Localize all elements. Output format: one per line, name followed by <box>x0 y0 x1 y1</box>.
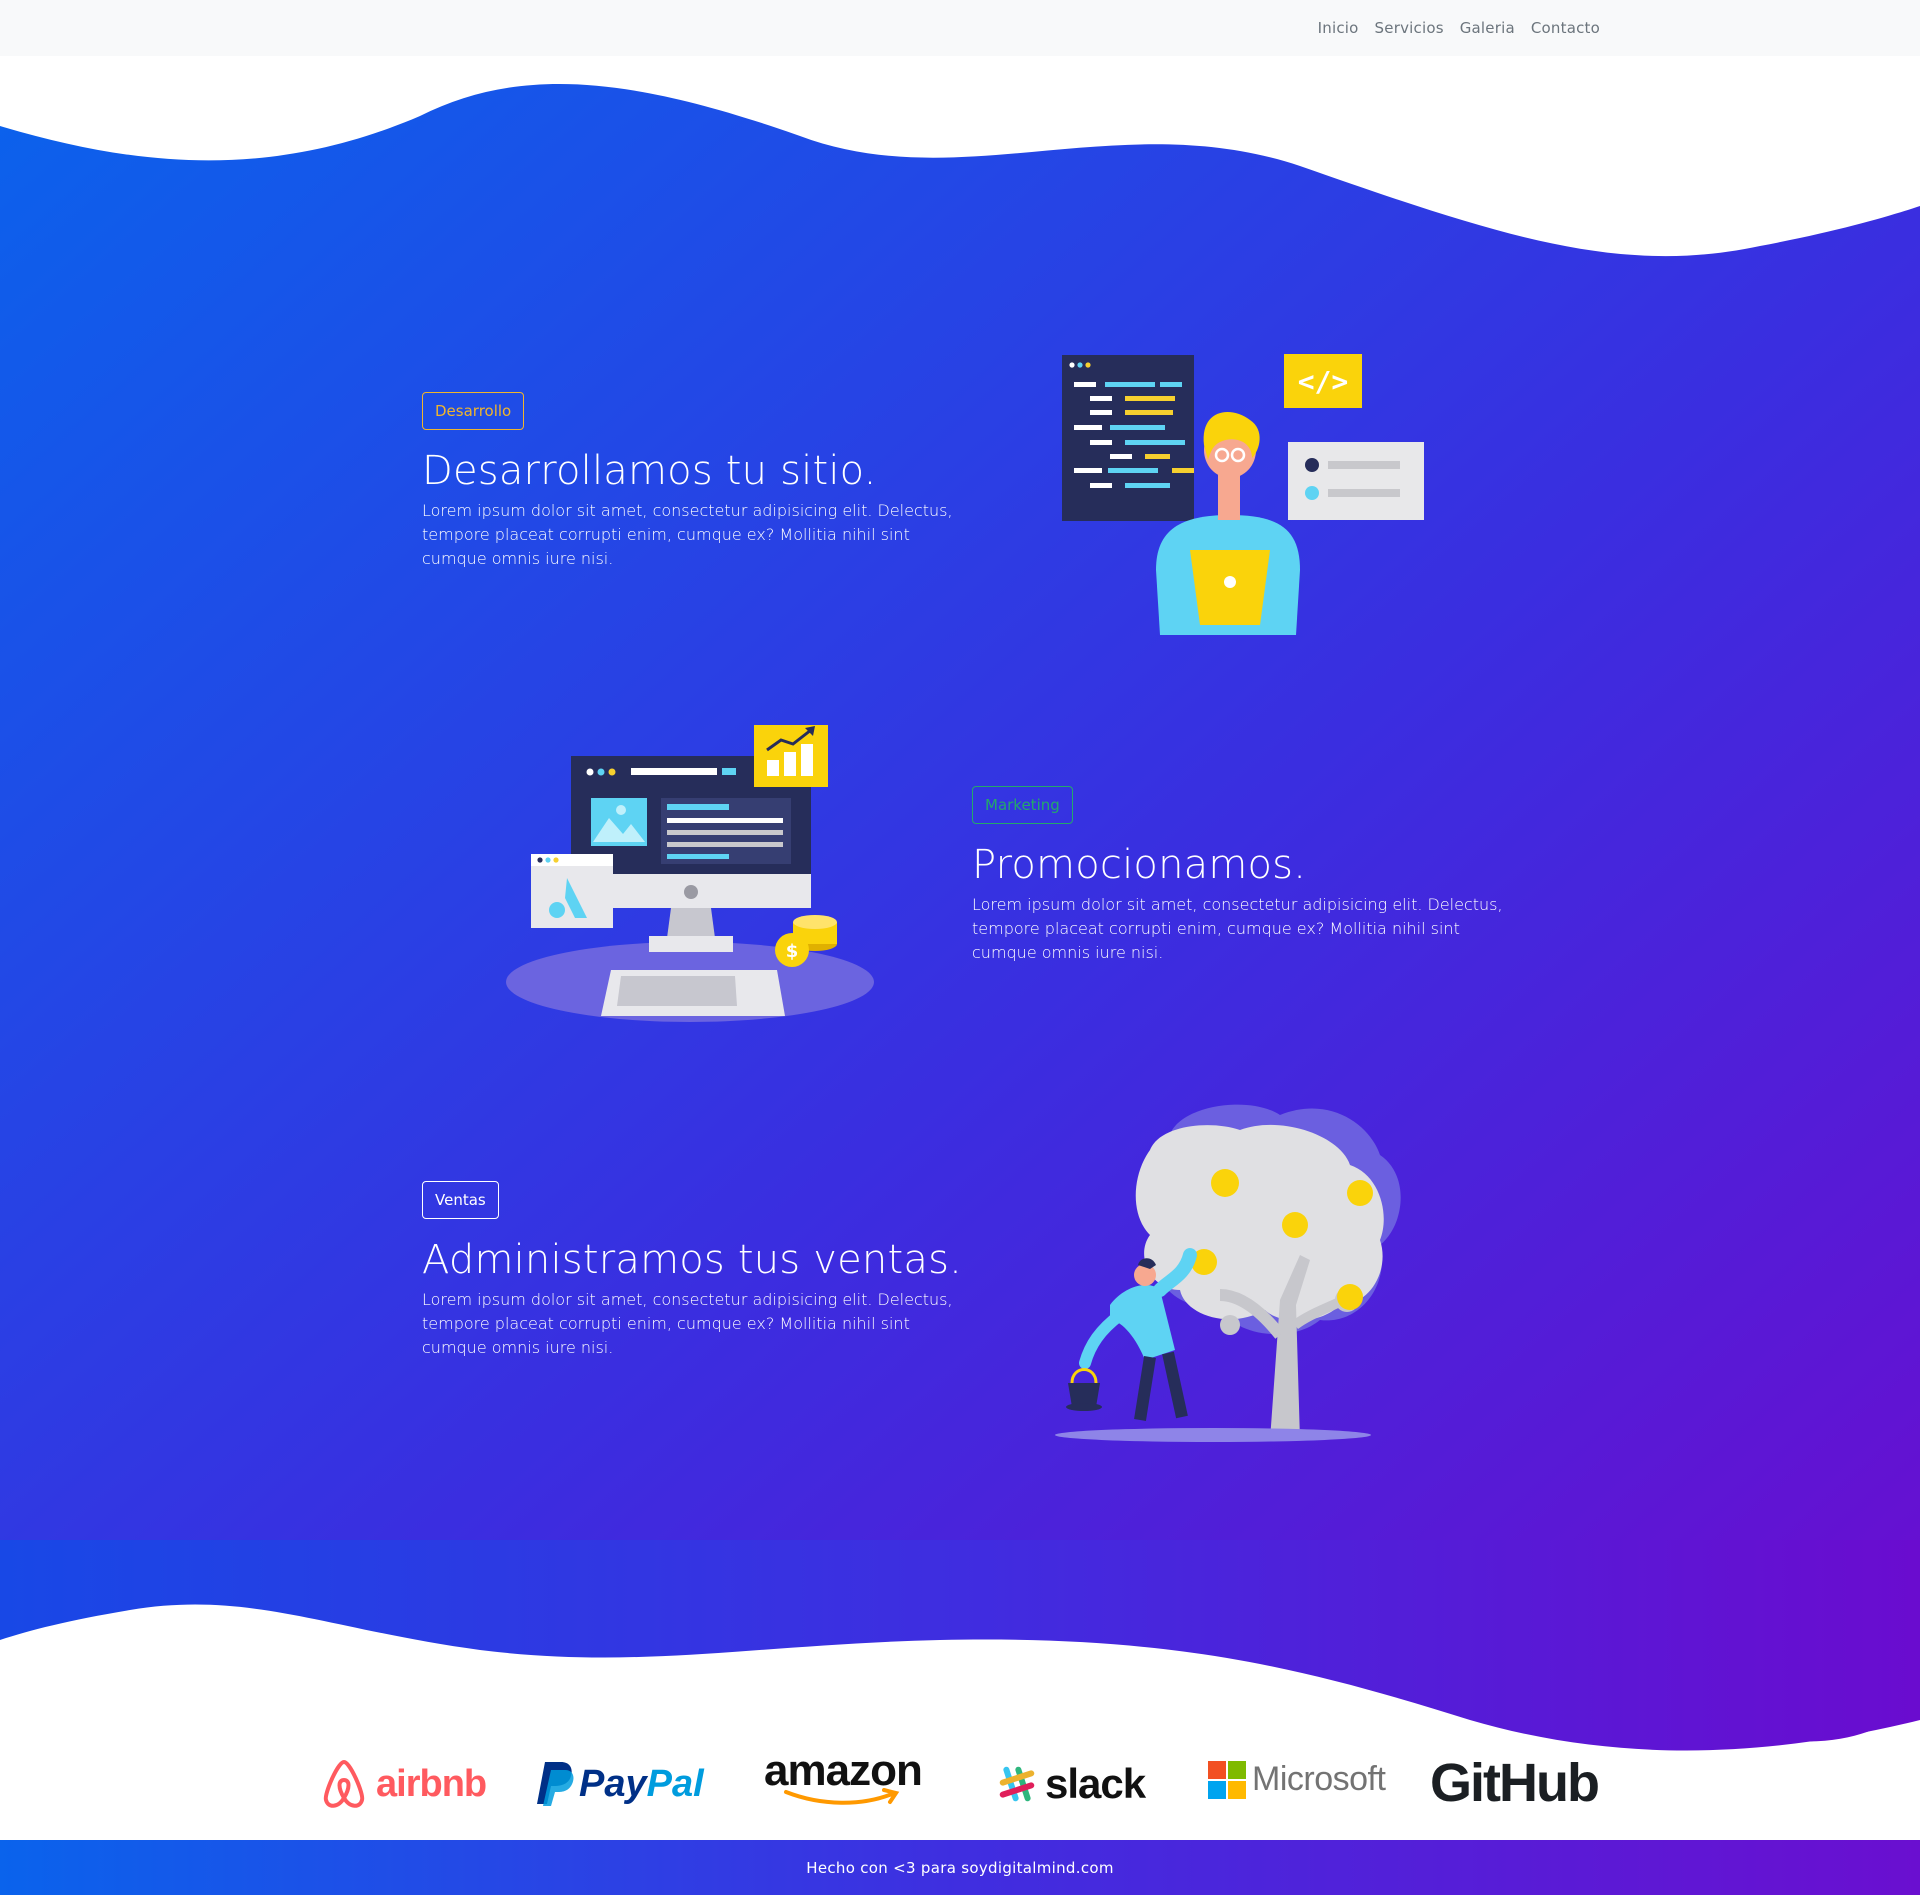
badge-desarrollo[interactable]: Desarrollo <box>422 392 525 430</box>
paypal-wordmark-pal: Pal <box>646 1762 704 1805</box>
marketing-computer-illustration: $ <box>506 725 874 1022</box>
slack-logo[interactable]: slack <box>995 1760 1146 1808</box>
partner-logos: airbnb Pay Pal amazon slack Microsoft Gi… <box>0 1740 1920 1840</box>
service-title: Promocionamos. <box>972 842 1307 888</box>
service-description: Lorem ipsum dolor sit amet, consectetur … <box>972 895 1503 962</box>
service-marketing: Marketing Promocionamos. Lorem ipsum dol… <box>972 786 1512 965</box>
hero-wave-background <box>0 56 1920 1746</box>
nav-link-servicios[interactable]: Servicios <box>1375 19 1444 37</box>
badge-marketing[interactable]: Marketing <box>972 786 1073 824</box>
paypal-logo[interactable]: Pay Pal <box>535 1760 704 1808</box>
airbnb-logo[interactable]: airbnb <box>318 1758 487 1810</box>
service-desarrollo: Desarrollo Desarrollamos tu sitio. Lorem… <box>422 392 962 571</box>
github-wordmark: GitHub <box>1430 1753 1600 1813</box>
github-logo[interactable]: GitHub <box>1430 1752 1600 1814</box>
slack-icon <box>999 1766 1035 1802</box>
amazon-logo[interactable]: amazon <box>764 1748 923 1806</box>
navbar: Inicio Servicios Galeria Contacto <box>0 0 1920 56</box>
microsoft-icon <box>1208 1760 1246 1799</box>
service-description: Lorem ipsum dolor sit amet, consectetur … <box>422 1290 953 1357</box>
nav-links: Inicio Servicios Galeria Contacto <box>1318 0 1600 56</box>
service-description: Lorem ipsum dolor sit amet, consectetur … <box>422 501 953 568</box>
amazon-smile-icon <box>784 1788 900 1805</box>
service-title: Desarrollamos tu sitio. <box>422 448 877 494</box>
badge-ventas[interactable]: Ventas <box>422 1181 499 1219</box>
footer-credit: Hecho con <3 para soydigitalmind.com <box>806 1858 1114 1877</box>
paypal-icon <box>537 1762 574 1806</box>
slack-wordmark: slack <box>1045 1760 1146 1807</box>
dollar-coin-icon: $ <box>786 941 799 962</box>
nav-link-galeria[interactable]: Galeria <box>1460 19 1515 37</box>
airbnb-wordmark: airbnb <box>376 1762 487 1805</box>
microsoft-wordmark: Microsoft <box>1252 1760 1386 1798</box>
paypal-wordmark-pay: Pay <box>579 1762 647 1805</box>
footer: Hecho con <3 para soydigitalmind.com <box>0 1840 1920 1895</box>
microsoft-logo[interactable]: Microsoft <box>1208 1760 1386 1799</box>
money-tree-illustration <box>1055 1104 1401 1442</box>
airbnb-icon <box>323 1760 365 1808</box>
service-title: Administramos tus ventas. <box>422 1237 963 1283</box>
bottom-wave <box>0 1540 1920 1751</box>
developer-illustration: </> <box>1062 354 1424 635</box>
nav-link-contacto[interactable]: Contacto <box>1531 19 1600 37</box>
nav-link-inicio[interactable]: Inicio <box>1318 19 1359 37</box>
code-tag-icon: </> <box>1298 365 1349 398</box>
service-ventas: Ventas Administramos tus ventas. Lorem i… <box>422 1181 962 1360</box>
